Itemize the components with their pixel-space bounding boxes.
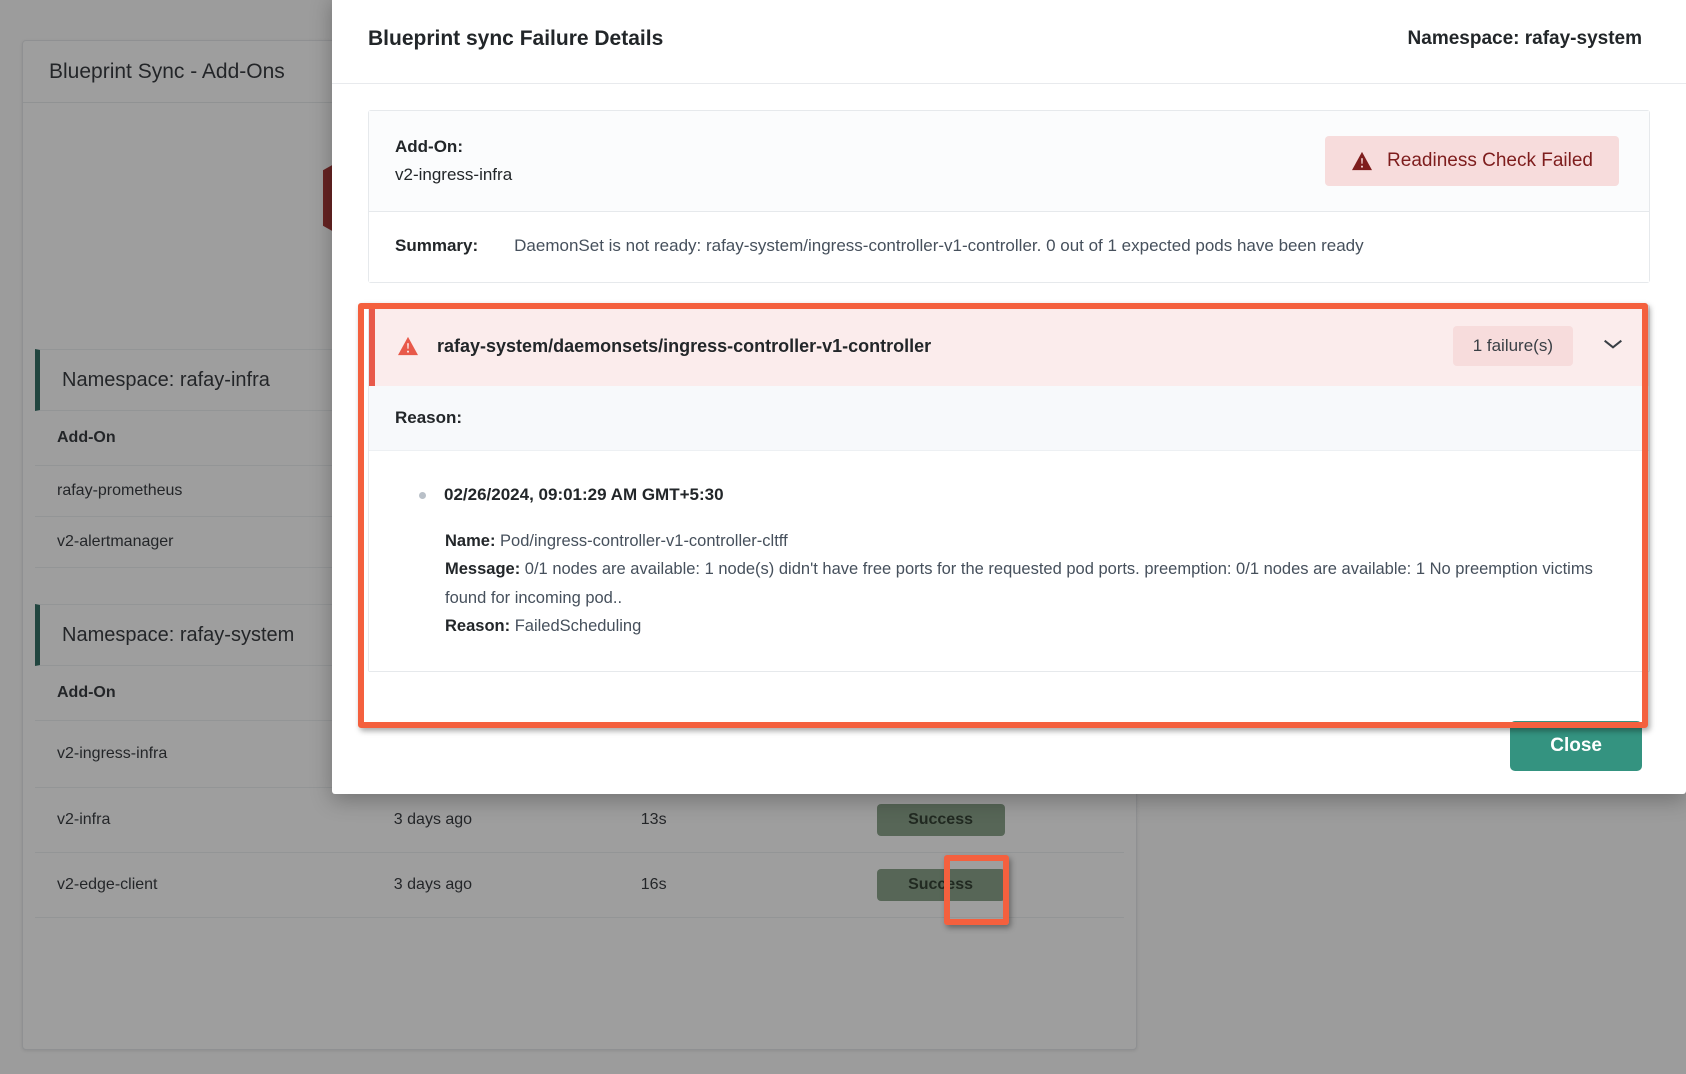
summary-row: Summary: DaemonSet is not ready: rafay-s… [369, 212, 1649, 283]
failure-accordion-header[interactable]: rafay-system/daemonsets/ingress-controll… [369, 306, 1649, 387]
addon-info-card: Add-On: v2-ingress-infra Readiness Check… [368, 110, 1650, 284]
failure-details-modal: Blueprint sync Failure Details Namespace… [332, 0, 1686, 794]
readiness-check-failed-badge: Readiness Check Failed [1325, 136, 1619, 187]
modal-title: Blueprint sync Failure Details [368, 26, 664, 50]
summary-label: Summary: [395, 236, 479, 256]
addon-value: v2-ingress-infra [395, 165, 513, 185]
addon-row: Add-On: v2-ingress-infra Readiness Check… [369, 111, 1649, 213]
addon-info: Add-On: v2-ingress-infra [395, 133, 512, 189]
failure-header-right: 1 failure(s) [1452, 326, 1623, 367]
event-reason-label: Reason: [445, 617, 511, 636]
event-message-line: Message: 0/1 nodes are available: 1 node… [445, 555, 1623, 612]
event-name-value: Pod/ingress-controller-v1-controller-clt… [500, 532, 788, 551]
reason-heading: Reason: [369, 386, 1649, 452]
failure-resource-name: rafay-system/daemonsets/ingress-controll… [437, 335, 932, 356]
addon-label: Add-On: [395, 137, 463, 156]
bullet-dot-icon [419, 491, 426, 499]
modal-namespace-label: Namespace: rafay-system [1407, 27, 1642, 49]
modal-footer: Close [332, 698, 1686, 794]
modal-header: Blueprint sync Failure Details Namespace… [332, 0, 1686, 84]
reason-body: 02/26/2024, 09:01:29 AM GMT+5:30 Name: P… [369, 451, 1649, 671]
event-message-label: Message: [445, 560, 521, 579]
event-timestamp: 02/26/2024, 09:01:29 AM GMT+5:30 [444, 485, 724, 505]
close-button[interactable]: Close [1510, 721, 1642, 771]
summary-text: DaemonSet is not ready: rafay-system/ing… [514, 236, 1364, 256]
chevron-down-icon[interactable] [1603, 337, 1623, 355]
screen: Blueprint Sync - Add-Ons × × 3 of 5 Add-… [0, 0, 1686, 1074]
modal-body: Add-On: v2-ingress-infra Readiness Check… [332, 84, 1686, 698]
event-fields: Name: Pod/ingress-controller-v1-controll… [419, 527, 1623, 641]
failure-accordion: rafay-system/daemonsets/ingress-controll… [368, 305, 1650, 672]
warning-triangle-icon [1351, 151, 1373, 171]
event-name-line: Name: Pod/ingress-controller-v1-controll… [445, 527, 1623, 555]
failure-header-left: rafay-system/daemonsets/ingress-controll… [397, 336, 931, 357]
warning-triangle-icon [397, 336, 419, 356]
event-message-value: 0/1 nodes are available: 1 node(s) didn'… [445, 560, 1593, 607]
event-timestamp-row: 02/26/2024, 09:01:29 AM GMT+5:30 [419, 485, 1623, 505]
event-reason-line: Reason: FailedScheduling [445, 612, 1623, 640]
readiness-badge-label: Readiness Check Failed [1387, 150, 1593, 172]
event-reason-value: FailedScheduling [514, 617, 642, 636]
failure-count-badge: 1 failure(s) [1452, 326, 1573, 367]
event-name-label: Name: [445, 532, 496, 551]
